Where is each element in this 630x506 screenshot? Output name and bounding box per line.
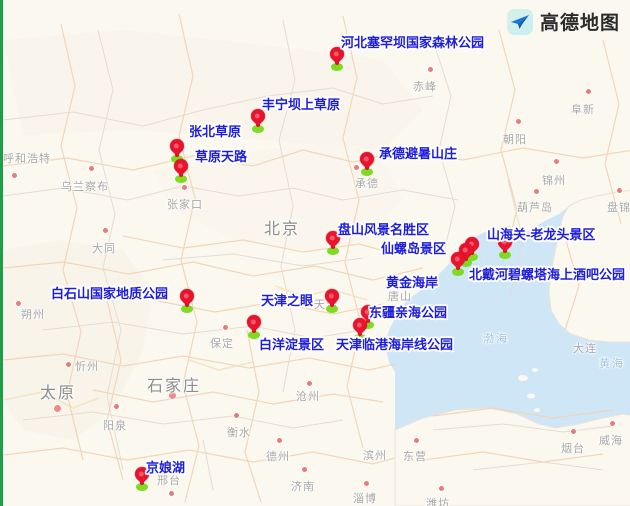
map-marker-pin[interactable] <box>323 228 343 255</box>
marker-drop-icon <box>350 315 370 335</box>
marker-drop-icon <box>495 232 515 252</box>
marker-drop-icon <box>132 464 152 484</box>
map-marker-pin[interactable] <box>171 156 191 183</box>
map-marker-pin[interactable] <box>448 249 468 276</box>
marker-drop-icon <box>171 156 191 176</box>
marker-drop-icon <box>167 136 187 156</box>
roads-layer <box>3 13 630 503</box>
marker-drop-icon <box>322 286 342 306</box>
marker-drop-icon <box>448 249 468 269</box>
map-marker-pin[interactable] <box>327 44 347 71</box>
amap-paperplane-icon <box>506 8 533 35</box>
map-marker-pin[interactable] <box>177 286 197 313</box>
map-marker-pin[interactable] <box>322 286 342 313</box>
map-marker-pin[interactable] <box>248 106 268 133</box>
map-marker-pin[interactable] <box>132 464 152 491</box>
marker-drop-icon <box>327 44 347 64</box>
marker-drop-icon <box>323 228 343 248</box>
marker-drop-icon <box>177 286 197 306</box>
marker-drop-icon <box>248 106 268 126</box>
map-marker-pin[interactable] <box>350 315 370 342</box>
marker-drop-icon <box>244 312 264 332</box>
map-marker-pin[interactable] <box>244 312 264 339</box>
map-marker-pin[interactable] <box>357 149 377 176</box>
map-canvas[interactable]: 呼和浩特 乌兰察布 大同 张家口 赤峰 朝阳 阜新 锦州 葫芦岛 盘锦 北京 承德 唐山 天津 保定 忻州 石家… <box>0 0 630 506</box>
amap-logo: 高德地图 <box>506 8 620 35</box>
map-marker-pin[interactable] <box>495 232 515 259</box>
marker-drop-icon <box>357 149 377 169</box>
amap-logo-text: 高德地图 <box>539 12 620 34</box>
